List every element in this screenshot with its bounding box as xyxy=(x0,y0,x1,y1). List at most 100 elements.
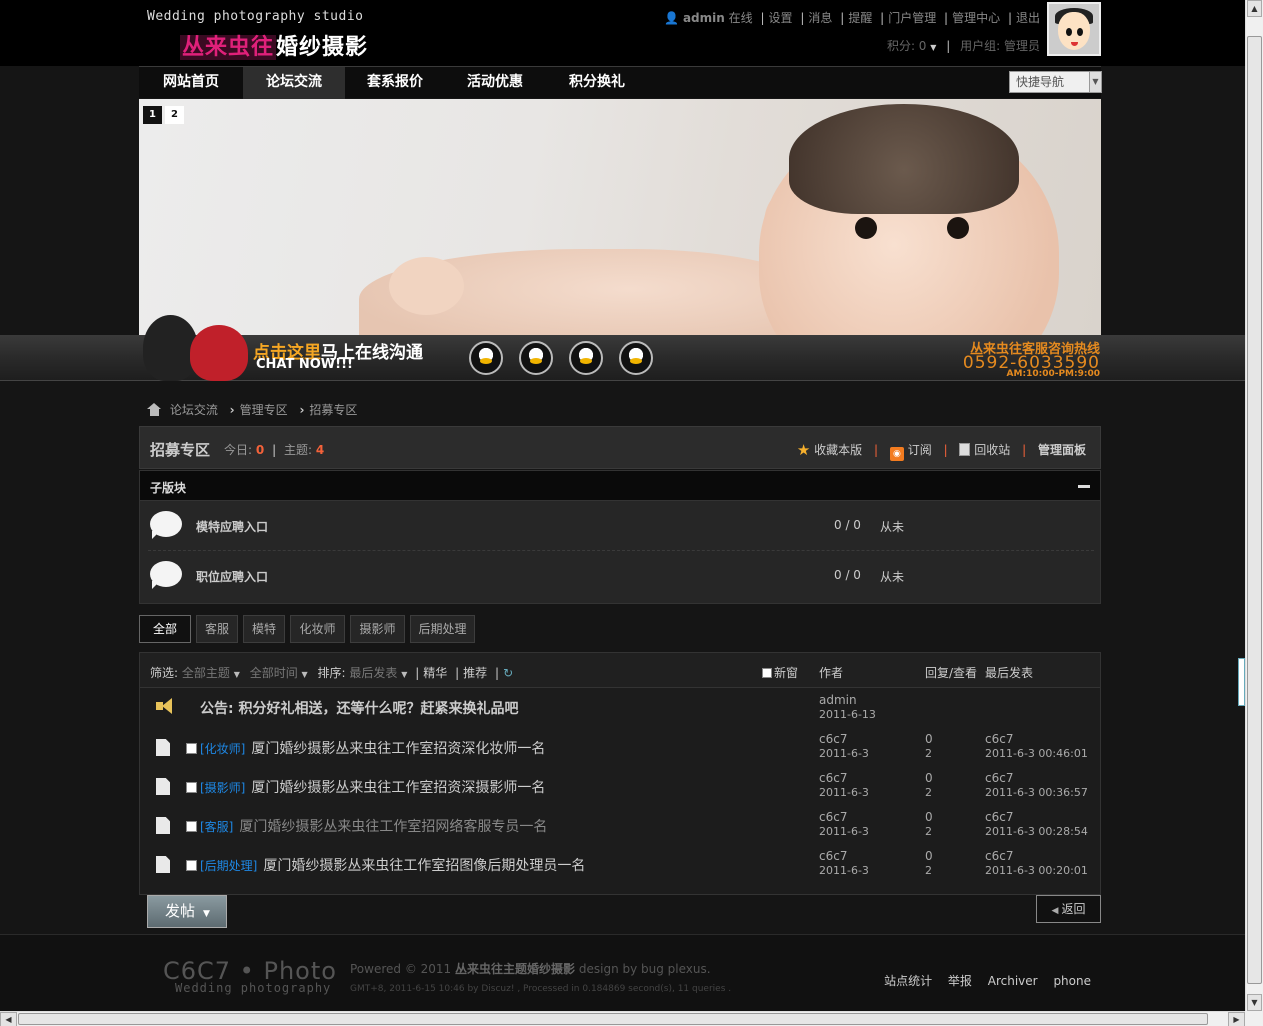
thread-last-time[interactable]: 2011-6-3 00:46:01 xyxy=(985,747,1088,760)
nav-item-packages[interactable]: 套系报价 xyxy=(345,67,445,99)
type-tab-photographer[interactable]: 摄影师 xyxy=(350,615,405,643)
table-row[interactable]: [化妆师] 厦门婚纱摄影丛来虫往工作室招资深化妆师一名 c6c7 2011-6-3… xyxy=(140,727,1100,766)
favorite-forum-button[interactable]: ★ 收藏本版 xyxy=(797,441,862,459)
subforum-name[interactable]: 模特应聘入口 xyxy=(196,518,268,535)
breadcrumb-forum[interactable]: 论坛交流 xyxy=(170,403,218,417)
announcement-row[interactable]: 公告: 积分好礼相送，还等什么呢？赶紧来换礼品吧 admin 2011-6-13 xyxy=(140,688,1100,727)
slide-indicator-2[interactable]: 2 xyxy=(165,106,184,124)
type-tab-service[interactable]: 客服 xyxy=(196,615,238,643)
footer-link-archiver[interactable]: Archiver xyxy=(988,974,1038,988)
digest-filter[interactable]: 精华 xyxy=(423,666,447,680)
footer-link-phone[interactable]: phone xyxy=(1053,974,1091,988)
home-icon[interactable] xyxy=(147,403,162,416)
admin-center-link[interactable]: 管理中心 xyxy=(952,11,1000,25)
thread-type-tag[interactable]: [摄影师] xyxy=(200,781,245,795)
site-logo[interactable]: 丛来虫往婚纱摄影 xyxy=(180,29,368,60)
new-window-checkbox[interactable]: 新窗 xyxy=(762,664,798,681)
points-dropdown[interactable]: 积分: 0 ▼ xyxy=(887,39,936,53)
recycle-bin-button[interactable]: 回收站 xyxy=(959,443,1010,457)
chat-strip[interactable]: 点击这里马上在线沟通 CHAT NOW!!! 丛来虫往客服咨询热线 0592-6… xyxy=(0,315,1245,381)
type-tab-all[interactable]: 全部 xyxy=(139,615,191,643)
quick-nav-dropdown[interactable]: 快捷导航 ▼ xyxy=(1009,71,1102,93)
subforum-row[interactable]: 职位应聘入口 0 / 0 从未 xyxy=(140,551,1102,601)
breadcrumb-admin-zone[interactable]: 管理专区 xyxy=(240,403,288,417)
nav-item-rewards[interactable]: 积分换礼 xyxy=(545,67,649,99)
banner-slideshow[interactable] xyxy=(139,99,1101,335)
back-button[interactable]: ◀ 返回 xyxy=(1036,895,1101,923)
thread-last-user[interactable]: c6c7 xyxy=(985,849,1013,863)
thread-author[interactable]: c6c7 xyxy=(819,849,847,863)
portal-admin-link[interactable]: 门户管理 xyxy=(888,11,936,25)
recommend-filter[interactable]: 推荐 xyxy=(463,666,487,680)
messages-link[interactable]: 消息 xyxy=(808,11,832,25)
qq-chat-icon[interactable] xyxy=(519,341,553,375)
thread-select-checkbox[interactable] xyxy=(186,782,197,793)
thread-type-tag[interactable]: [后期处理] xyxy=(200,859,257,873)
qq-chat-icon[interactable] xyxy=(569,341,603,375)
table-row[interactable]: [摄影师] 厦门婚纱摄影丛来虫往工作室招资深摄影师一名 c6c7 2011-6-3… xyxy=(140,766,1100,805)
notifications-link[interactable]: 提醒 xyxy=(848,11,872,25)
type-tab-model[interactable]: 模特 xyxy=(243,615,285,643)
thread-select-checkbox[interactable] xyxy=(186,860,197,871)
thread-author[interactable]: c6c7 xyxy=(819,810,847,824)
thread-last-time[interactable]: 2011-6-3 00:28:54 xyxy=(985,825,1088,838)
scroll-right-icon[interactable]: ▶ xyxy=(1228,1012,1245,1026)
qq-chat-icon[interactable] xyxy=(619,341,653,375)
thread-type-tag[interactable]: [化妆师] xyxy=(200,742,245,756)
thread-last-time[interactable]: 2011-6-3 00:20:01 xyxy=(985,864,1088,877)
vertical-scrollbar[interactable]: ▲ ▼ xyxy=(1245,0,1263,1011)
side-feedback-tab[interactable] xyxy=(1238,658,1245,706)
thread-select-checkbox[interactable] xyxy=(186,743,197,754)
thread-last-user[interactable]: c6c7 xyxy=(985,732,1013,746)
logout-link[interactable]: 退出 xyxy=(1016,11,1040,25)
scroll-thumb[interactable] xyxy=(18,1013,1208,1025)
thread-author[interactable]: c6c7 xyxy=(819,732,847,746)
admin-panel-button[interactable]: 管理面板 xyxy=(1038,443,1086,457)
rss-icon: ◉ xyxy=(889,447,904,461)
avatar[interactable] xyxy=(1047,2,1101,56)
refresh-icon[interactable]: ↻ xyxy=(503,666,513,680)
qq-chat-icon[interactable] xyxy=(469,341,503,375)
announcement-author[interactable]: admin xyxy=(819,693,857,707)
scroll-down-icon[interactable]: ▼ xyxy=(1247,994,1262,1011)
footer-link-report[interactable]: 举报 xyxy=(948,974,972,988)
thread-author[interactable]: c6c7 xyxy=(819,771,847,785)
scroll-left-icon[interactable]: ◀ xyxy=(0,1012,17,1026)
nav-item-forum[interactable]: 论坛交流 xyxy=(243,67,345,99)
thread-last-user[interactable]: c6c7 xyxy=(985,771,1013,785)
footer-link-stats[interactable]: 站点统计 xyxy=(884,974,932,988)
thread-title[interactable]: 厦门婚纱摄影丛来虫往工作室招图像后期处理员一名 xyxy=(263,858,585,874)
settings-link[interactable]: 设置 xyxy=(769,11,793,25)
table-row[interactable]: [后期处理] 厦门婚纱摄影丛来虫往工作室招图像后期处理员一名 c6c7 2011-… xyxy=(140,844,1100,883)
thread-title[interactable]: 厦门婚纱摄影丛来虫往工作室招网络客服专员一名 xyxy=(239,819,547,835)
thread-last-user[interactable]: c6c7 xyxy=(985,810,1013,824)
thread-count: 4 xyxy=(315,443,325,457)
nav-item-promotions[interactable]: 活动优惠 xyxy=(445,67,545,99)
sort-dropdown[interactable]: 最后发表 ▼ xyxy=(349,666,407,680)
filter-time-dropdown[interactable]: 全部时间 ▼ xyxy=(250,666,308,680)
subscribe-button[interactable]: ◉ 订阅 xyxy=(889,443,932,461)
username-link[interactable]: admin xyxy=(683,11,725,25)
type-tab-postprocess[interactable]: 后期处理 xyxy=(410,615,475,643)
slide-indicator-1[interactable]: 1 xyxy=(143,106,162,124)
announcement-title[interactable]: 公告: 积分好礼相送，还等什么呢？赶紧来换礼品吧 xyxy=(200,698,518,718)
scroll-up-icon[interactable]: ▲ xyxy=(1247,0,1262,17)
user-group-link[interactable]: 用户组: 管理员 xyxy=(960,39,1040,53)
thread-title[interactable]: 厦门婚纱摄影丛来虫往工作室招资深化妆师一名 xyxy=(251,741,545,757)
new-post-button[interactable]: 发帖 ▼ xyxy=(147,895,227,928)
subforum-row[interactable]: 模特应聘入口 0 / 0 从未 xyxy=(148,501,1094,551)
col-lastpost: 最后发表 xyxy=(985,666,1034,680)
collapse-icon[interactable] xyxy=(1078,485,1090,488)
type-tab-makeup[interactable]: 化妆师 xyxy=(290,615,345,643)
breadcrumb-recruit[interactable]: 招募专区 xyxy=(309,403,357,417)
table-row[interactable]: [客服] 厦门婚纱摄影丛来虫往工作室招网络客服专员一名 c6c7 2011-6-3… xyxy=(140,805,1100,844)
thread-type-tag[interactable]: [客服] xyxy=(200,820,233,834)
thread-title[interactable]: 厦门婚纱摄影丛来虫往工作室招资深摄影师一名 xyxy=(251,780,545,796)
nav-item-home[interactable]: 网站首页 xyxy=(139,67,243,99)
subforum-name[interactable]: 职位应聘入口 xyxy=(196,568,268,585)
thread-last-time[interactable]: 2011-6-3 00:36:57 xyxy=(985,786,1088,799)
scroll-thumb[interactable] xyxy=(1247,36,1262,984)
thread-select-checkbox[interactable] xyxy=(186,821,197,832)
horizontal-scrollbar[interactable]: ◀ ▶ xyxy=(0,1011,1245,1026)
filter-topics-dropdown[interactable]: 全部主题 ▼ xyxy=(182,666,240,680)
